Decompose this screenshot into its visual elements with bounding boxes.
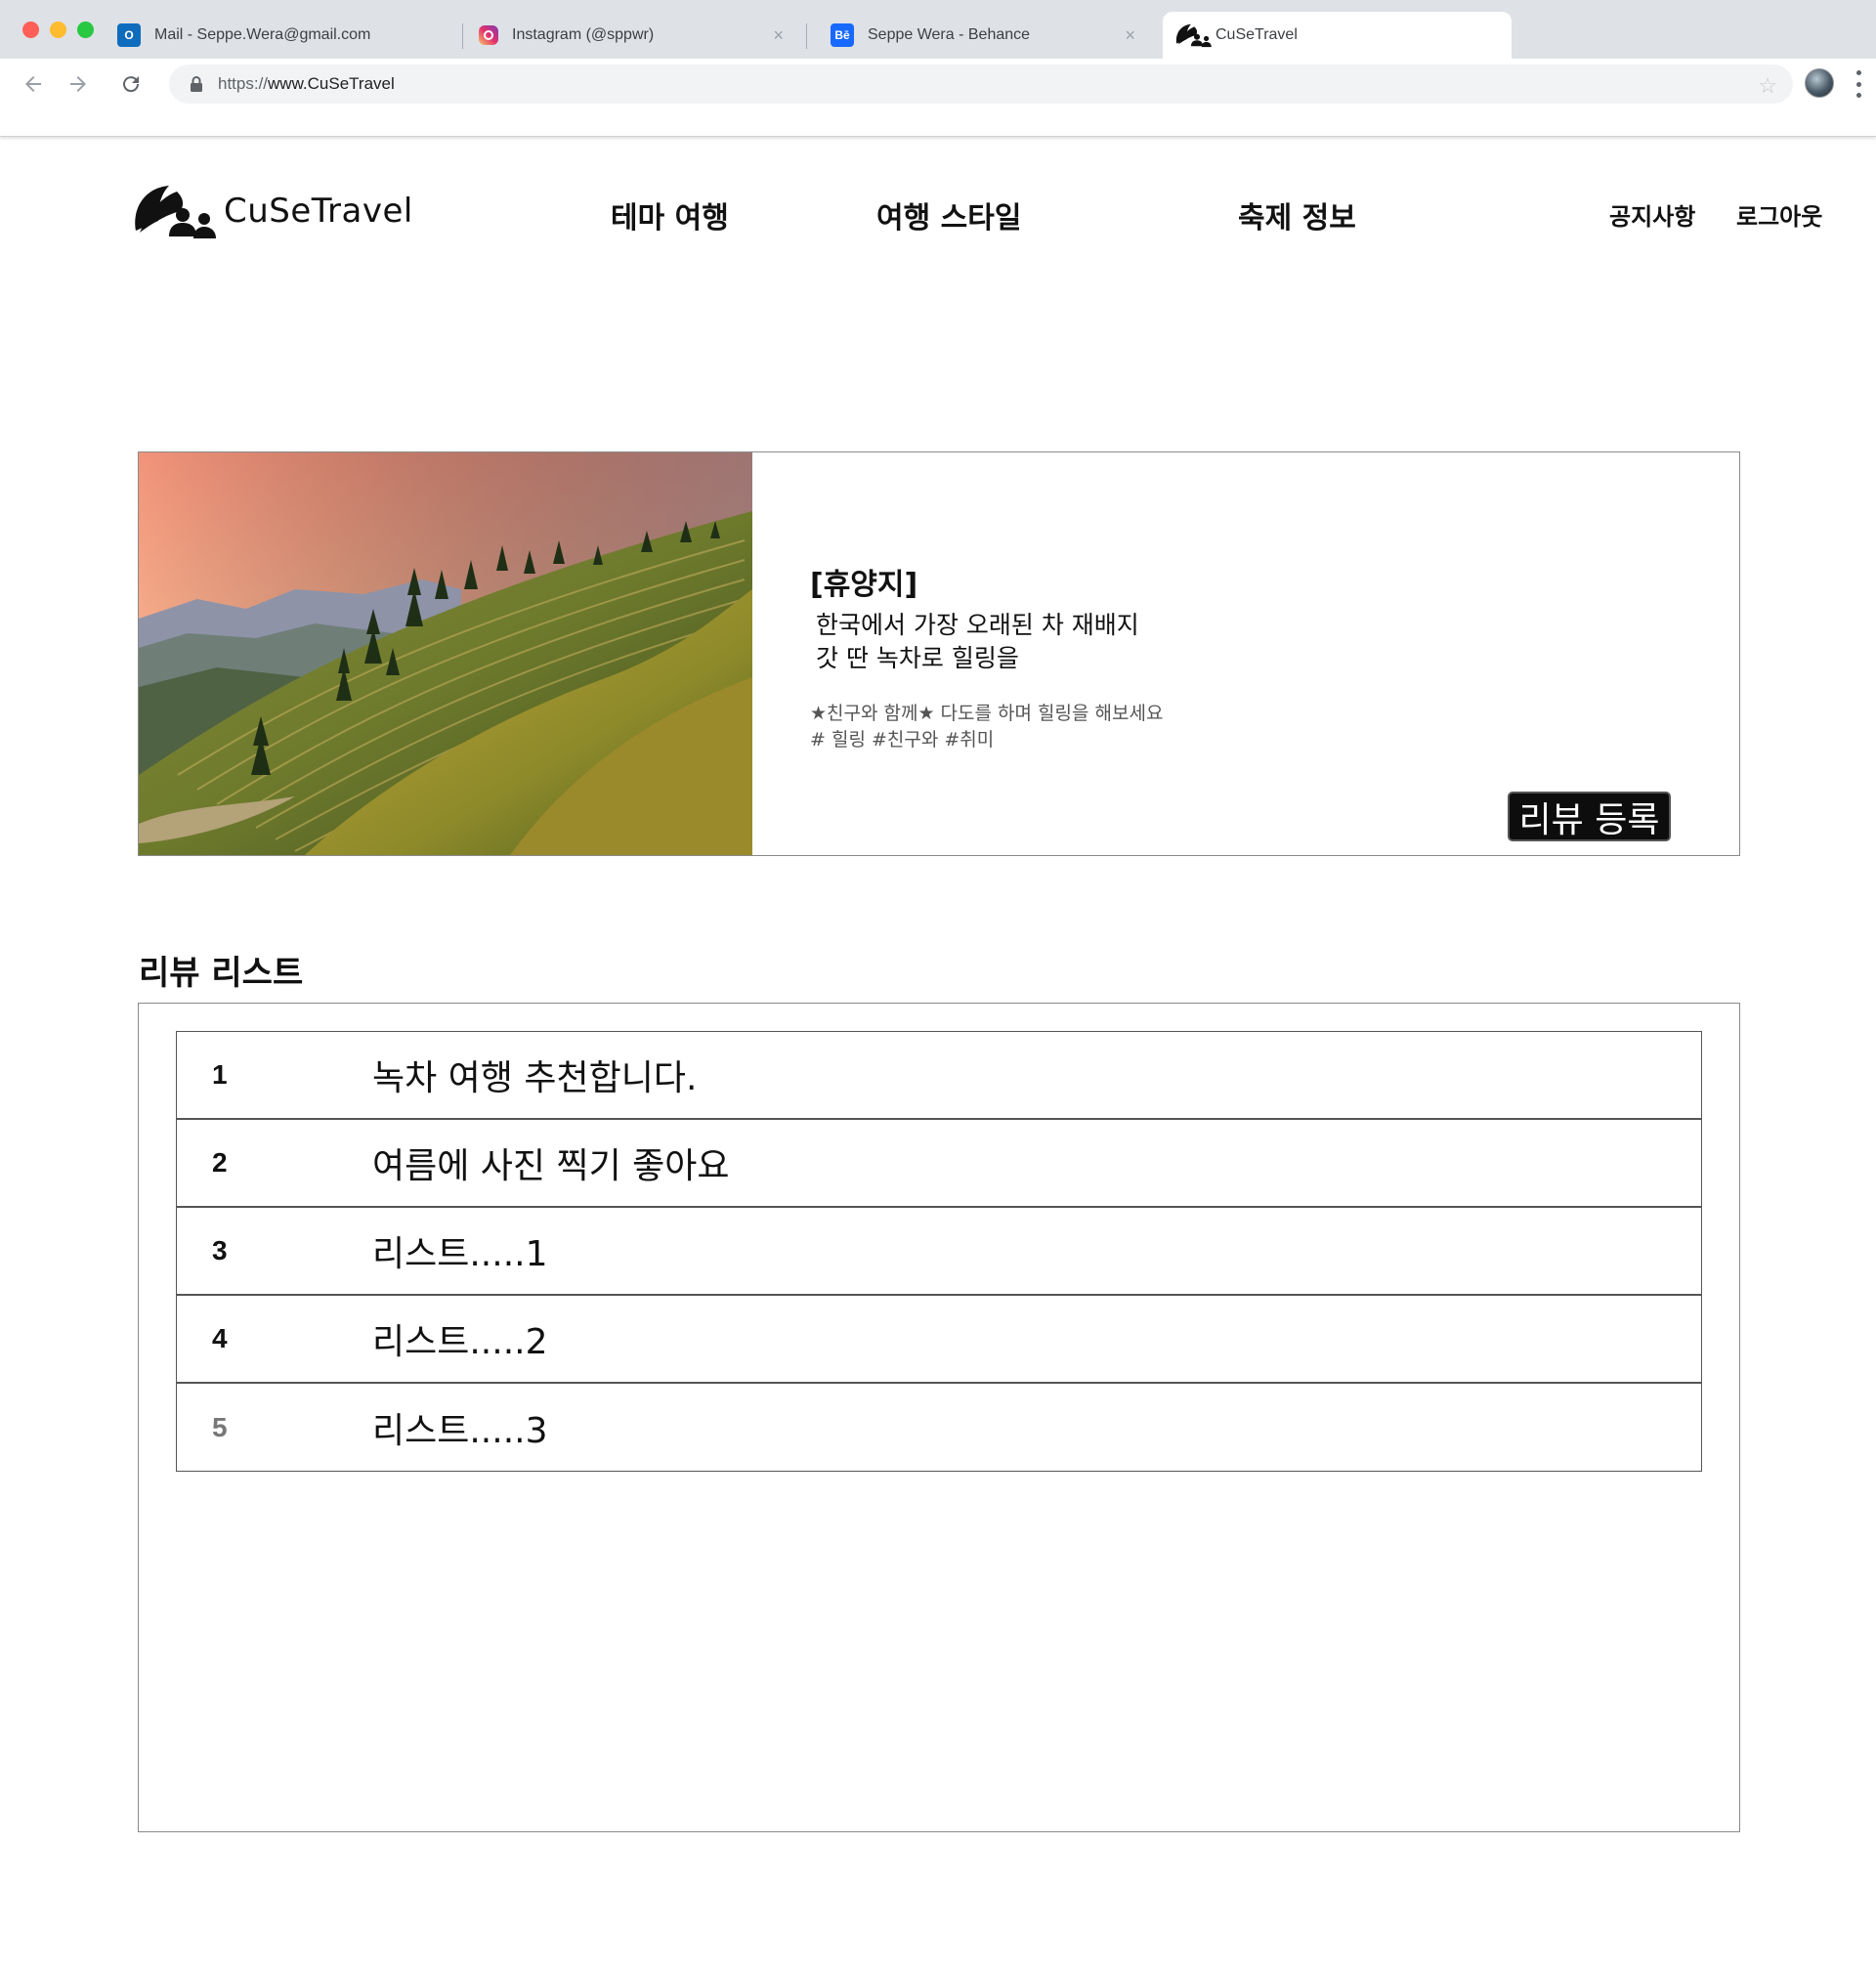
tab-title: CuSeTravel (1215, 26, 1298, 43)
review-title[interactable]: 리스트.....3 (372, 1402, 547, 1453)
outlook-icon: O (117, 23, 141, 47)
arrow-right-icon (70, 76, 86, 92)
bookmarks-bar (0, 109, 1876, 137)
arrow-left-icon (25, 76, 41, 92)
browser-menu-icon[interactable] (1853, 70, 1864, 98)
nav-travel-style[interactable]: 여행 스타일 (876, 193, 1021, 236)
behance-icon: Bē (831, 23, 854, 47)
browser-tab-instagram[interactable]: Instagram (@sppwr) × (479, 12, 801, 59)
review-list: 1 녹차 여행 추천합니다. 2 여름에 사진 찍기 좋아요 3 리스트....… (176, 1031, 1702, 1472)
close-icon[interactable]: × (773, 25, 784, 46)
tab-separator (462, 23, 463, 49)
review-title[interactable]: 여름에 사진 찍기 좋아요 (372, 1137, 730, 1188)
profile-avatar[interactable] (1805, 68, 1834, 98)
nav-theme-travel[interactable]: 테마 여행 (611, 193, 729, 236)
review-list-heading: 리뷰 리스트 (139, 954, 304, 993)
review-list-panel: 1 녹차 여행 추천합니다. 2 여름에 사진 찍기 좋아요 3 리스트....… (138, 1003, 1740, 1832)
nav-notice[interactable]: 공지사항 (1609, 197, 1695, 232)
review-row-4[interactable]: 4 리스트.....2 (177, 1296, 1701, 1384)
feature-headline-line-2: 갓 딴 녹차로 힐링을 (816, 644, 1019, 672)
minimize-window-button[interactable] (50, 21, 66, 38)
tab-separator (806, 23, 807, 49)
tab-title: Mail - Seppe.Wera@gmail.com (154, 26, 371, 43)
review-number: 3 (212, 1235, 228, 1265)
feature-card: [휴양지] 한국에서 가장 오래된 차 재배지 갓 딴 녹차로 힐링을 ★친구와… (138, 451, 1740, 856)
review-number: 4 (212, 1323, 228, 1353)
green-tea-plantation-photo (139, 452, 752, 855)
tab-title: Instagram (@sppwr) (512, 26, 655, 43)
cusetravel-icon (1175, 23, 1212, 48)
feature-hashtags: # 힐링 #친구와 #취미 (810, 729, 995, 751)
url-input[interactable]: https://www.CuSeTravel ☆ (169, 64, 1793, 104)
maximize-window-button[interactable] (77, 21, 94, 38)
reload-icon (123, 76, 140, 93)
logo-text: CuSeTravel (224, 192, 413, 231)
review-number: 5 (212, 1411, 228, 1442)
review-number: 1 (212, 1059, 228, 1090)
browser-address-bar: https://www.CuSeTravel ☆ (0, 59, 1876, 109)
url-protocol: https:// (218, 74, 269, 93)
review-title[interactable]: 리스트.....2 (372, 1313, 547, 1364)
review-row-5[interactable]: 5 리스트.....3 (177, 1384, 1701, 1471)
tab-title: Seppe Wera - Behance (868, 26, 1031, 43)
lock-icon (191, 76, 202, 92)
back-button[interactable] (20, 70, 47, 98)
cusetravel-logo-icon (135, 186, 216, 238)
review-number: 2 (212, 1147, 228, 1178)
feature-category: [휴양지] (810, 568, 918, 602)
feature-headline: 한국에서 가장 오래된 차 재배지 갓 딴 녹차로 힐링을 (816, 609, 1139, 675)
url-host: www.CuSeTravel (268, 74, 395, 93)
site-logo[interactable]: CuSeTravel (132, 182, 413, 240)
review-title[interactable]: 리스트.....1 (372, 1225, 547, 1276)
instagram-icon (479, 25, 498, 45)
browser-tab-behance[interactable]: Bē Seppe Wera - Behance × (831, 12, 1153, 59)
bookmark-star-icon[interactable]: ☆ (1758, 73, 1777, 99)
browser-tab-mail[interactable]: O Mail - Seppe.Wera@gmail.com (117, 12, 464, 59)
browser-tab-cusetravel[interactable]: CuSeTravel (1163, 12, 1512, 59)
review-row-3[interactable]: 3 리스트.....1 (177, 1208, 1701, 1296)
review-row-2[interactable]: 2 여름에 사진 찍기 좋아요 (177, 1120, 1701, 1208)
review-register-button[interactable]: 리뷰 등록 (1508, 792, 1671, 841)
forward-button[interactable] (64, 70, 92, 98)
review-title[interactable]: 녹차 여행 추천합니다. (372, 1050, 697, 1100)
feature-description-line-1: ★친구와 함께★ 다도를 하며 힐링을 해보세요 (810, 703, 1164, 724)
close-icon[interactable]: × (1125, 25, 1135, 46)
feature-headline-line-1: 한국에서 가장 오래된 차 재배지 (816, 611, 1139, 639)
browser-tab-bar: O Mail - Seppe.Wera@gmail.com Instagram … (0, 0, 1876, 59)
reload-button[interactable] (117, 70, 145, 98)
feature-description: ★친구와 함께★ 다도를 하며 힐링을 해보세요 # 힐링 #친구와 #취미 (810, 701, 1163, 753)
nav-festival-info[interactable]: 축제 정보 (1238, 193, 1356, 236)
close-window-button[interactable] (22, 21, 39, 38)
nav-logout[interactable]: 로그아웃 (1736, 197, 1822, 232)
review-row-1[interactable]: 1 녹차 여행 추천합니다. (177, 1032, 1701, 1120)
